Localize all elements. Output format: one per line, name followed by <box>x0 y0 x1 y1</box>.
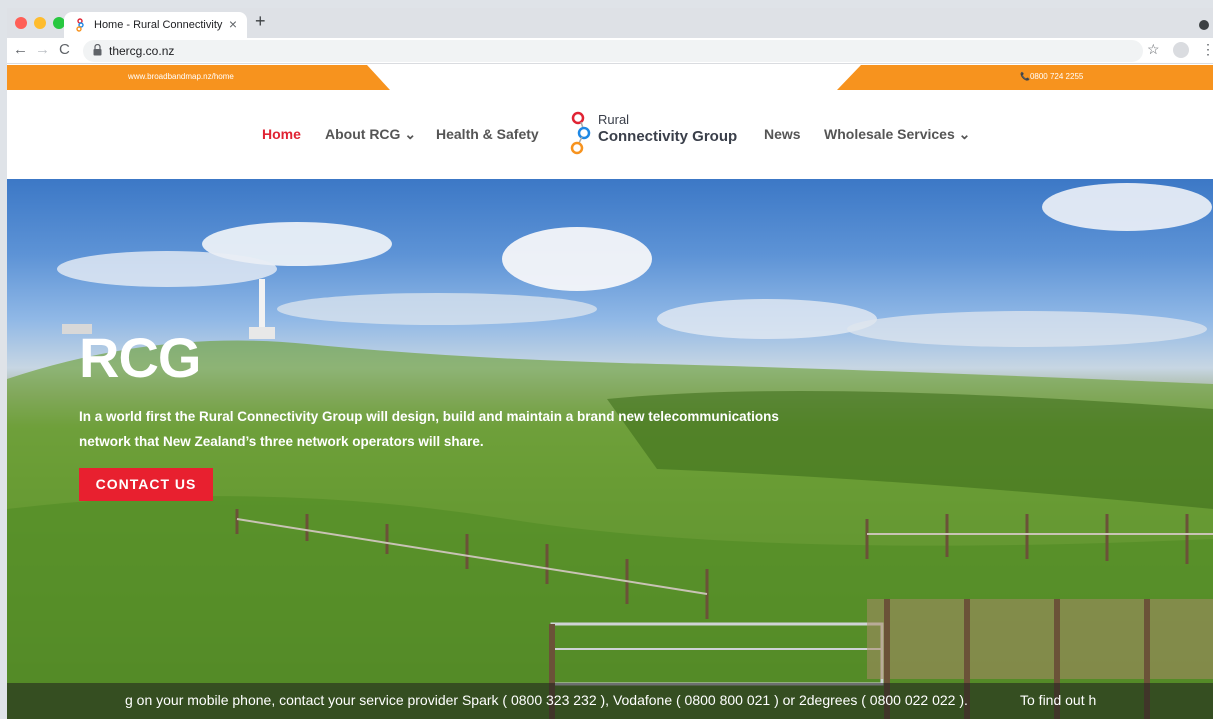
site-logo[interactable]: Rural Connectivity Group <box>568 110 748 160</box>
browser-menu-icon[interactable]: ⋮ <box>1201 41 1213 58</box>
rcg-logo-icon <box>570 111 591 155</box>
logo-text-rural: Rural <box>598 112 630 127</box>
logo-text-connectivity-group: Connectivity Group <box>598 128 738 145</box>
close-window-button[interactable] <box>15 17 27 29</box>
contact-phone[interactable]: 📞0800 724 2255 <box>1020 72 1083 81</box>
browser-tab[interactable]: Home - Rural Connectivity × <box>64 12 247 38</box>
nav-news[interactable]: News <box>764 126 801 142</box>
site-header: Home About RCG ⌄ Health & Safety Rural C… <box>7 90 1213 179</box>
hero-title: RCG <box>79 326 201 389</box>
hero-description: In a world first the Rural Connectivity … <box>79 409 779 449</box>
url-text: thercg.co.nz <box>109 44 175 58</box>
browser-extension-icon[interactable] <box>1199 20 1209 30</box>
new-tab-icon[interactable]: + <box>255 11 266 32</box>
site-top-bar: www.broadbandmap.nz/home 📞0800 724 2255 <box>7 65 1213 90</box>
broadband-map-link[interactable]: www.broadbandmap.nz/home <box>128 72 234 81</box>
rcg-favicon-icon <box>76 18 84 32</box>
profile-avatar-icon[interactable] <box>1173 42 1189 58</box>
nav-wholesale-services[interactable]: Wholesale Services ⌄ <box>824 126 970 143</box>
tab-close-icon[interactable]: × <box>229 16 237 32</box>
lock-icon <box>93 44 102 56</box>
nav-about-rcg[interactable]: About RCG ⌄ <box>325 126 416 143</box>
reload-icon[interactable]: C <box>59 41 70 58</box>
forward-arrow-icon[interactable]: → <box>35 41 50 58</box>
tab-strip: Home - Rural Connectivity × + <box>7 8 1213 38</box>
bookmark-star-icon[interactable]: ☆ <box>1147 41 1160 58</box>
website: www.broadbandmap.nz/home 📞0800 724 2255 … <box>7 65 1213 719</box>
ticker-text-next: To find out h <box>1020 692 1097 708</box>
tab-title: Home - Rural Connectivity <box>94 19 223 31</box>
hero-banner: RCG In a world first the Rural Connectiv… <box>7 179 1213 719</box>
browser-window: Home - Rural Connectivity × + ← → C ther… <box>7 8 1213 719</box>
address-bar[interactable]: thercg.co.nz <box>83 40 1143 62</box>
contact-us-button[interactable]: CONTACT US <box>79 468 213 501</box>
ticker-text: g on your mobile phone, contact your ser… <box>125 692 968 708</box>
nav-health-safety[interactable]: Health & Safety <box>436 126 539 142</box>
news-ticker: g on your mobile phone, contact your ser… <box>7 683 1213 719</box>
browser-toolbar: ← → C thercg.co.nz ☆ ⋮ <box>7 38 1213 64</box>
minimize-window-button[interactable] <box>34 17 46 29</box>
nav-home[interactable]: Home <box>262 126 301 142</box>
back-arrow-icon[interactable]: ← <box>13 41 28 58</box>
